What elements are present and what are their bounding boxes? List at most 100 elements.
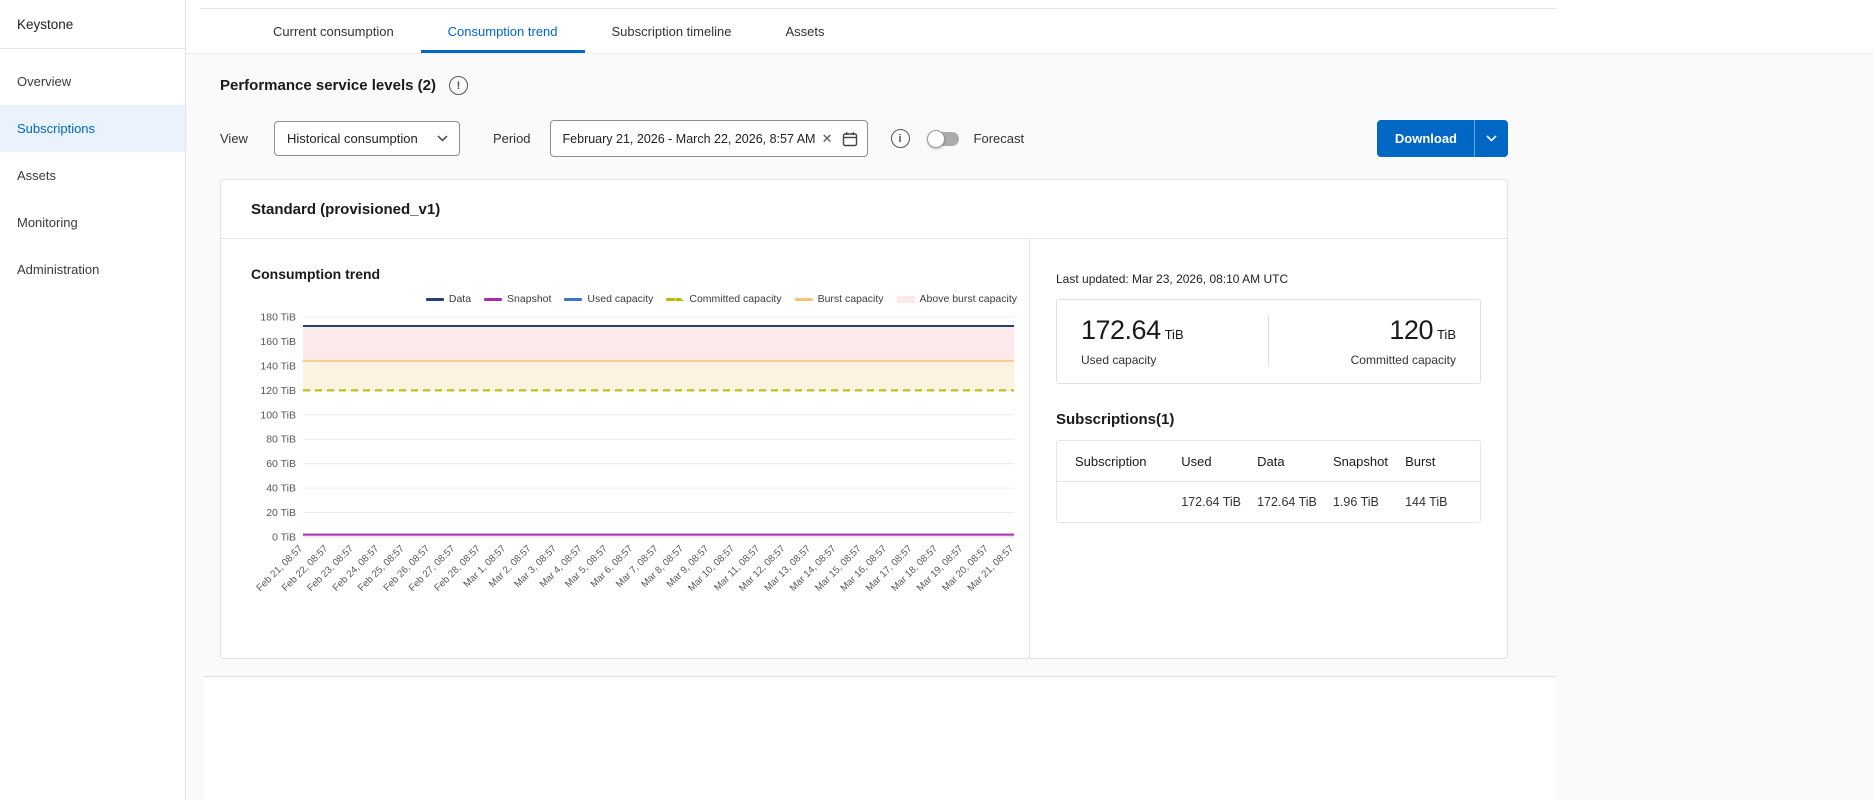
committed-capacity-value: 120	[1389, 315, 1433, 345]
committed-capacity-unit: TiB	[1437, 327, 1456, 342]
view-select-value: Historical consumption	[287, 131, 418, 146]
legend-item: Above burst capacity	[897, 293, 1017, 305]
legend-item: Snapshot	[484, 293, 551, 305]
card-title: Standard (provisioned_v1)	[221, 180, 1507, 239]
sidebar-item-label: Administration	[17, 262, 99, 277]
sidebar: Keystone Overview Subscriptions Assets M…	[0, 0, 186, 800]
legend-swatch	[795, 298, 813, 301]
chevron-down-icon	[437, 135, 448, 142]
tab-current-consumption[interactable]: Current consumption	[246, 9, 421, 53]
tab-label: Current consumption	[273, 24, 394, 39]
subscriptions-table: Subscription Used Data Snapshot Burst 17…	[1056, 440, 1481, 523]
legend-item: Committed capacity	[666, 293, 781, 305]
col-data: Data	[1257, 454, 1333, 469]
legend-swatch	[426, 298, 444, 301]
view-select[interactable]: Historical consumption	[274, 121, 460, 156]
svg-text:80 TiB: 80 TiB	[266, 434, 296, 446]
sidebar-item-assets[interactable]: Assets	[0, 152, 185, 199]
forecast-toggle[interactable]	[929, 132, 959, 146]
svg-text:60 TiB: 60 TiB	[266, 458, 296, 470]
legend-label: Used capacity	[587, 293, 653, 305]
forecast-info-icon[interactable]: i	[891, 129, 910, 148]
consumption-trend-chart: 0 TiB 20 TiB 40 TiB 60 TiB 80 TiB 100 TiB 120 …	[251, 305, 1026, 635]
svg-text:160 TiB: 160 TiB	[260, 336, 296, 348]
tab-consumption-trend[interactable]: Consumption trend	[421, 9, 585, 53]
card-body: Consumption trend DataSnapshotUsed capac…	[221, 239, 1507, 658]
col-snapshot: Snapshot	[1333, 454, 1405, 469]
stat-divider	[1268, 315, 1269, 367]
brand-title: Keystone	[0, 0, 185, 49]
legend-item: Burst capacity	[795, 293, 884, 305]
sidebar-nav: Overview Subscriptions Assets Monitoring…	[0, 49, 185, 293]
legend-item: Used capacity	[564, 293, 653, 305]
period-date-input[interactable]: February 21, 2026 - March 22, 2026, 8:57…	[550, 120, 868, 157]
svg-text:40 TiB: 40 TiB	[266, 483, 296, 495]
controls-row: View Historical consumption Period Febru…	[220, 120, 1508, 157]
tab-bar: Current consumption Consumption trend Su…	[186, 9, 1873, 53]
chart-pane: Consumption trend Data Snapshot Used capac…	[221, 239, 1029, 658]
app-root: Keystone Overview Subscriptions Assets M…	[0, 0, 1873, 800]
calendar-icon[interactable]	[842, 131, 858, 147]
next-section-edge	[203, 676, 1556, 800]
section-title-row: Performance service levels (2) !	[220, 76, 1508, 95]
table-row: 172.64 TiB 172.64 TiB 1.96 TiB 144 TiB	[1057, 482, 1480, 522]
legend-swatch	[897, 296, 915, 303]
legend-label: Snapshot	[507, 293, 551, 305]
main-area: Current consumption Consumption trend Su…	[186, 0, 1873, 800]
tab-assets[interactable]: Assets	[758, 9, 851, 53]
view-label: View	[220, 131, 248, 146]
cell-used: 172.64 TiB	[1181, 495, 1257, 509]
tab-label: Assets	[785, 24, 824, 39]
svg-text:100 TiB: 100 TiB	[260, 409, 296, 421]
sidebar-item-label: Monitoring	[17, 215, 78, 230]
svg-text:180 TiB: 180 TiB	[260, 312, 296, 324]
page-content: Performance service levels (2) ! View Hi…	[186, 54, 1542, 659]
cell-burst: 144 TiB	[1405, 495, 1462, 509]
toggle-knob	[927, 130, 945, 148]
clear-icon[interactable]: ✕	[822, 131, 833, 147]
used-capacity-label: Used capacity	[1081, 353, 1256, 367]
legend-swatch	[484, 298, 502, 301]
sidebar-item-monitoring[interactable]: Monitoring	[0, 199, 185, 246]
sidebar-item-label: Assets	[17, 168, 56, 183]
sidebar-item-subscriptions[interactable]: Subscriptions	[0, 105, 185, 152]
used-capacity-value: 172.64	[1081, 315, 1161, 345]
last-updated-text: Last updated: Mar 23, 2026, 08:10 AM UTC	[1056, 272, 1481, 286]
tab-label: Subscription timeline	[612, 24, 732, 39]
svg-text:0 TiB: 0 TiB	[272, 532, 296, 544]
cell-snapshot: 1.96 TiB	[1333, 495, 1405, 509]
page-title: Performance service levels (2)	[220, 77, 436, 94]
legend-label: Committed capacity	[689, 293, 781, 305]
legend-label: Burst capacity	[818, 293, 884, 305]
info-icon[interactable]: !	[449, 76, 468, 95]
download-button[interactable]: Download	[1377, 120, 1508, 157]
tabs-header: Current consumption Consumption trend Su…	[186, 0, 1873, 54]
svg-text:120 TiB: 120 TiB	[260, 385, 296, 397]
sidebar-item-label: Overview	[17, 74, 71, 89]
period-label: Period	[493, 131, 531, 146]
tab-label: Consumption trend	[448, 24, 558, 39]
download-label: Download	[1377, 120, 1474, 157]
download-menu-chevron-icon[interactable]	[1475, 120, 1508, 157]
legend-label: Above burst capacity	[920, 293, 1017, 305]
committed-capacity-label: Committed capacity	[1281, 353, 1456, 367]
service-level-card: Standard (provisioned_v1) Consumption tr…	[220, 179, 1508, 659]
sidebar-item-administration[interactable]: Administration	[0, 246, 185, 293]
legend-swatch	[666, 298, 684, 301]
tab-subscription-timeline[interactable]: Subscription timeline	[585, 9, 759, 53]
used-capacity-unit: TiB	[1165, 327, 1184, 342]
legend-swatch	[564, 298, 582, 301]
sidebar-item-overview[interactable]: Overview	[0, 58, 185, 105]
chart-title: Consumption trend	[251, 266, 1029, 282]
col-used: Used	[1181, 454, 1257, 469]
used-capacity-stat: 172.64 TiB Used capacity	[1081, 315, 1256, 367]
legend-label: Data	[449, 293, 471, 305]
chart-legend: Data Snapshot Used capacity Committed capac…	[251, 293, 1017, 305]
committed-capacity-stat: 120 TiB Committed capacity	[1281, 315, 1456, 367]
period-value: February 21, 2026 - March 22, 2026, 8:57…	[563, 132, 816, 146]
subscriptions-title: Subscriptions(1)	[1056, 411, 1481, 428]
col-subscription: Subscription	[1075, 454, 1181, 469]
table-header-row: Subscription Used Data Snapshot Burst	[1057, 441, 1480, 482]
svg-text:20 TiB: 20 TiB	[266, 507, 296, 519]
cell-data: 172.64 TiB	[1257, 495, 1333, 509]
